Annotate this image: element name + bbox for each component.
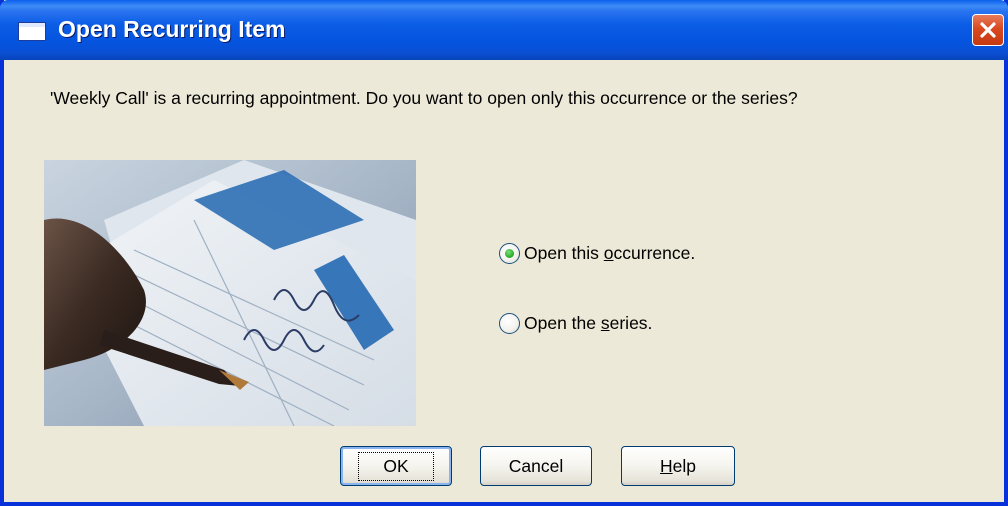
open-recurring-item-dialog: Open Recurring Item 'Weekly Call' is a r… — [0, 0, 1008, 506]
cancel-button[interactable]: Cancel — [480, 446, 592, 486]
close-button[interactable] — [972, 14, 1004, 46]
occurrence-radio[interactable] — [499, 243, 520, 264]
ok-button[interactable]: OK — [340, 446, 452, 486]
series-radio[interactable] — [499, 313, 520, 334]
dialog-title: Open Recurring Item — [58, 16, 286, 42]
open-occurrence-option[interactable]: Open this occurrence. — [499, 243, 695, 264]
occurrence-label: Open this occurrence. — [524, 243, 696, 263]
help-button[interactable]: Help — [621, 446, 735, 486]
window-icon — [18, 22, 46, 41]
dialog-message: 'Weekly Call' is a recurring appointment… — [50, 88, 798, 108]
series-label: Open the series. — [524, 313, 653, 333]
appointment-photo — [44, 160, 416, 426]
open-series-option[interactable]: Open the series. — [499, 313, 652, 334]
close-icon — [980, 22, 996, 38]
title-bar[interactable]: Open Recurring Item — [0, 0, 1008, 60]
